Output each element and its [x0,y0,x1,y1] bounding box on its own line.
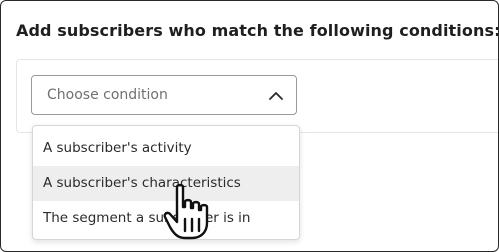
dialog-frame: Add subscribers who match the following … [0,0,499,252]
page-title: Add subscribers who match the following … [16,21,499,40]
condition-select[interactable]: Choose condition [31,75,297,115]
menu-item-subscriber-activity[interactable]: A subscriber's activity [33,131,299,166]
chevron-up-icon[interactable] [268,88,284,104]
condition-select-placeholder: Choose condition [47,87,168,103]
hand-pointer-icon [163,183,209,240]
